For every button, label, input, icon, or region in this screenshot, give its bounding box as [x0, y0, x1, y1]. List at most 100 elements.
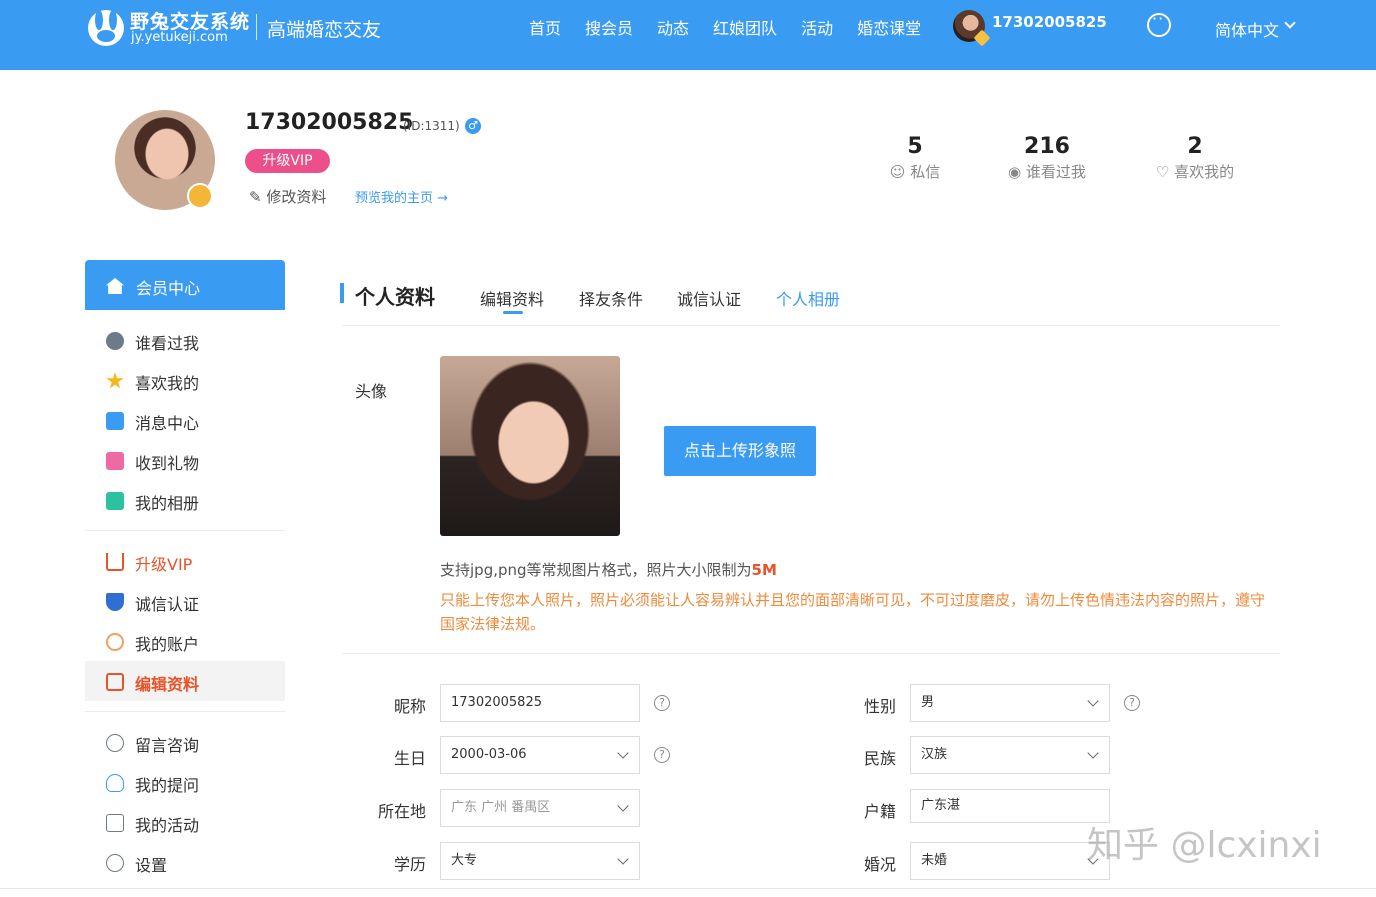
chat-icon[interactable] — [1147, 9, 1171, 37]
eye-icon — [106, 332, 124, 350]
logo-domain: jy.yetukeji.com — [131, 30, 228, 45]
nickname-field[interactable]: 17302005825 — [440, 684, 640, 722]
education-select[interactable]: 大专 — [440, 842, 640, 880]
sidebar-header-label: 会员中心 — [136, 279, 201, 298]
profile-card-icon — [106, 673, 124, 691]
slogan: 高端婚恋交友 — [267, 19, 382, 41]
vip-badge-icon — [187, 183, 213, 209]
help-icon[interactable]: ? — [654, 747, 670, 763]
sidebar-item-gifts[interactable]: 收到礼物 — [85, 440, 285, 480]
upgrade-vip-button[interactable]: 升级VIP — [245, 149, 330, 173]
rabbit-logo-icon[interactable] — [85, 6, 127, 46]
nav-search-members[interactable]: 搜会员 — [585, 15, 633, 39]
sidebar-item-messages[interactable]: 消息中心 — [85, 400, 285, 440]
lightbulb-icon — [106, 774, 124, 792]
nav-courses[interactable]: 婚恋课堂 — [857, 15, 921, 39]
sidebar-item-account[interactable]: 我的账户 — [85, 621, 285, 661]
stat-visitors-count: 216 — [1024, 134, 1070, 159]
shield-icon — [106, 593, 124, 611]
profile-username: 17302005825 — [245, 110, 414, 135]
user-avatar[interactable] — [953, 10, 991, 47]
sidebar-item-label: 我的提问 — [135, 776, 200, 795]
tab-active-indicator — [503, 311, 523, 314]
hometown-field[interactable]: 广东湛 — [910, 789, 1110, 823]
gear-icon — [106, 854, 124, 872]
bottom-divider — [0, 888, 1376, 889]
sidebar-item-edit-profile[interactable]: 编辑资料 — [85, 661, 285, 701]
chevron-down-icon[interactable] — [1284, 17, 1296, 29]
stat-likes-label: ♡ 喜欢我的 — [1155, 163, 1235, 181]
ethnicity-select[interactable]: 汉族 — [910, 736, 1110, 774]
marital-select[interactable]: 未婚 — [910, 842, 1110, 880]
sidebar-item-album[interactable]: 我的相册 — [85, 480, 285, 520]
preview-homepage-link[interactable]: 预览我的主页 → — [355, 187, 448, 206]
tab-partner-criteria[interactable]: 择友条件 — [579, 286, 643, 310]
title-accent-bar — [340, 283, 344, 303]
stat-likes[interactable]: 2 ♡ 喜欢我的 — [1148, 134, 1242, 182]
comment-icon — [106, 734, 124, 752]
home-icon — [106, 278, 124, 294]
gender-label: 性别 — [863, 697, 896, 716]
location-label: 所在地 — [377, 802, 426, 821]
nav-feed[interactable]: 动态 — [657, 15, 689, 39]
language-selector[interactable]: 简体中文 — [1215, 17, 1279, 41]
nav-home[interactable]: 首页 — [529, 15, 561, 39]
help-icon[interactable]: ? — [654, 695, 670, 711]
sidebar-header[interactable]: 会员中心 — [85, 260, 285, 310]
top-navbar: 野兔交友系统 jy.yetukeji.com 高端婚恋交友 首页 搜会员 动态 … — [0, 0, 1376, 70]
message-icon: ☺ — [889, 163, 906, 181]
sidebar-item-label: 谁看过我 — [135, 334, 200, 353]
page-title: 个人资料 — [355, 285, 435, 309]
edit-profile-label: 修改资料 — [266, 188, 327, 206]
sidebar-divider — [85, 530, 285, 531]
avatar-label: 头像 — [355, 382, 388, 401]
profile-photo — [440, 356, 620, 536]
birthday-label: 生日 — [393, 749, 426, 768]
divider — [342, 325, 1280, 326]
sidebar-item-visitors[interactable]: 谁看过我 — [85, 320, 285, 360]
sidebar-item-consult[interactable]: 留言咨询 — [85, 722, 285, 762]
help-icon[interactable]: ? — [1124, 695, 1140, 711]
chevron-down-icon — [1087, 747, 1099, 759]
chevron-down-icon — [617, 853, 629, 865]
sidebar-item-verification[interactable]: 诚信认证 — [85, 581, 285, 621]
sidebar-item-activities[interactable]: 我的活动 — [85, 802, 285, 842]
sidebar-item-label: 设置 — [135, 856, 168, 875]
stat-messages[interactable]: 5 ☺ 私信 — [885, 134, 945, 182]
nav-events[interactable]: 活动 — [801, 15, 833, 39]
sidebar-item-upgrade-vip[interactable]: 升级VIP — [85, 541, 285, 581]
size-limit: 5M — [751, 561, 777, 579]
top-username[interactable]: 17302005825 — [992, 13, 1107, 31]
nickname-label: 昵称 — [393, 697, 426, 716]
hometown-label: 户籍 — [863, 802, 896, 821]
chevron-down-icon — [617, 747, 629, 759]
birthday-select[interactable]: 2000-03-06 — [440, 736, 640, 774]
sidebar-item-label: 诚信认证 — [135, 595, 200, 614]
camera-icon — [106, 492, 124, 510]
sidebar-item-settings[interactable]: 设置 — [85, 842, 285, 882]
ethnicity-label: 民族 — [863, 749, 896, 768]
eye-icon: ◉ — [1008, 163, 1022, 181]
nav-matchmaker[interactable]: 红娘团队 — [713, 15, 777, 39]
star-icon — [106, 372, 124, 389]
upload-warning: 只能上传您本人照片，照片必须能让人容易辨认并且您的面部清晰可见，不可过度磨皮，请… — [440, 591, 1266, 633]
upload-photo-button[interactable]: 点击上传形象照 — [664, 426, 816, 476]
sidebar-item-label: 我的账户 — [135, 635, 200, 654]
sidebar-item-questions[interactable]: 我的提问 — [85, 762, 285, 802]
list-icon — [106, 814, 124, 832]
tab-edit-profile[interactable]: 编辑资料 — [480, 286, 544, 310]
user-icon — [106, 633, 124, 651]
sidebar-item-label: 消息中心 — [135, 414, 200, 433]
tab-verification[interactable]: 诚信认证 — [677, 286, 741, 310]
profile-id: (ID:1311) — [403, 119, 460, 133]
stat-visitors[interactable]: 216 ◉ 谁看过我 — [1002, 134, 1092, 182]
stat-messages-count: 5 — [907, 134, 923, 159]
sidebar-item-label: 喜欢我的 — [135, 374, 200, 393]
heart-icon: ♡ — [1155, 163, 1170, 181]
tab-album[interactable]: 个人相册 — [776, 286, 840, 310]
location-select[interactable]: 广东 广州 番禺区 — [440, 789, 640, 827]
gender-select[interactable]: 男 — [910, 684, 1110, 722]
marital-label: 婚况 — [863, 855, 896, 874]
edit-profile-link[interactable]: ✎ 修改资料 — [249, 186, 326, 207]
sidebar-item-likes[interactable]: 喜欢我的 — [85, 360, 285, 400]
